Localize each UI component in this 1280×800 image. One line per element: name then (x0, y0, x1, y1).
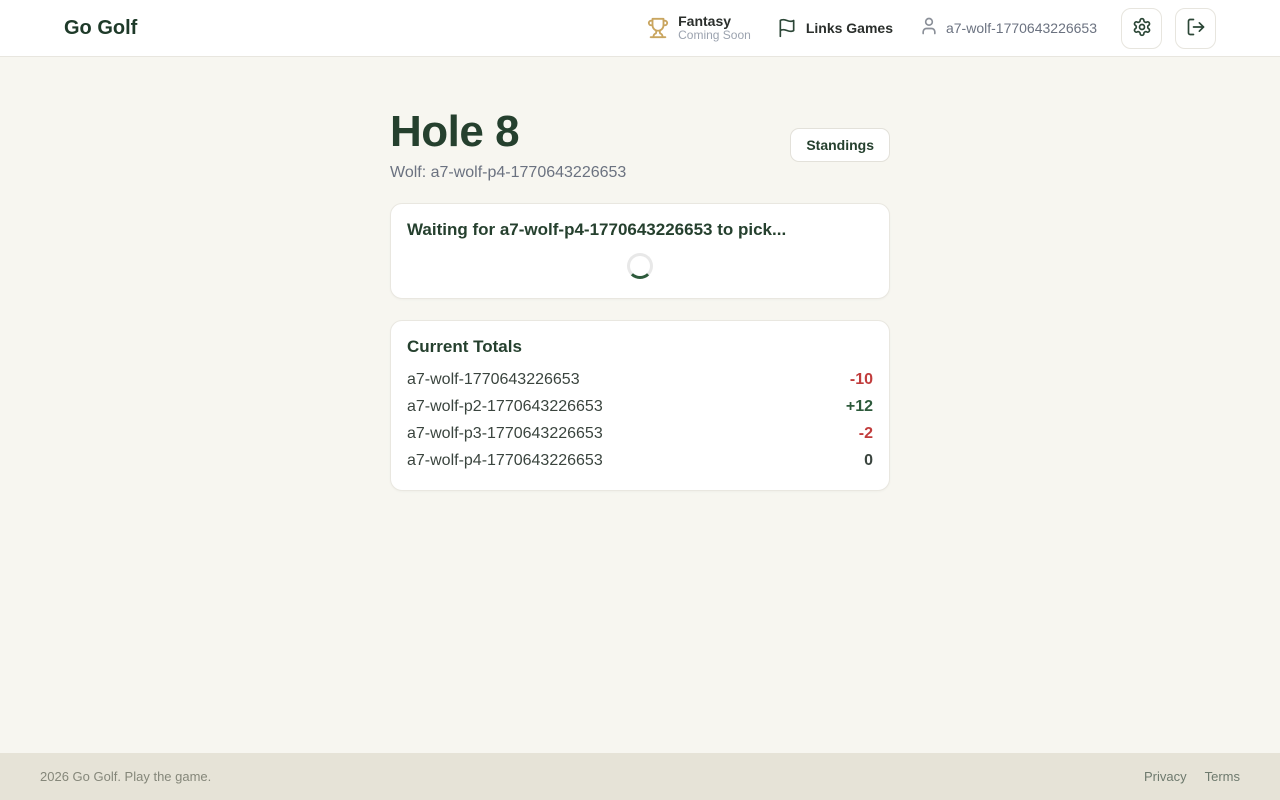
main-content: Hole 8 Wolf: a7-wolf-p4-1770643226653 St… (0, 57, 1280, 753)
player-name: a7-wolf-p3-1770643226653 (407, 425, 603, 443)
user-chip: a7-wolf-1770643226653 (919, 16, 1097, 41)
copyright-text: 2026 Go Golf. Play the game. (40, 769, 211, 784)
page-title: Hole 8 (390, 107, 626, 157)
waiting-card: Waiting for a7-wolf-p4-1770643226653 to … (390, 203, 890, 299)
totals-title: Current Totals (407, 337, 873, 357)
trophy-icon (647, 17, 669, 39)
terms-link[interactable]: Terms (1205, 769, 1240, 784)
player-score: 0 (864, 452, 873, 470)
flag-icon (777, 18, 797, 38)
username: a7-wolf-1770643226653 (946, 20, 1097, 36)
fantasy-sublabel: Coming Soon (678, 29, 751, 43)
user-icon (919, 16, 939, 41)
footer-links: Privacy Terms (1144, 769, 1240, 784)
logout-icon (1186, 17, 1206, 40)
nav-links: Fantasy Coming Soon Links Games a7-wolf-… (647, 8, 1216, 49)
current-totals-card: Current Totals a7-wolf-1770643226653 -10… (390, 320, 890, 491)
waiting-message: Waiting for a7-wolf-p4-1770643226653 to … (407, 220, 873, 240)
top-nav: Go Golf Fantasy Coming Soon (0, 0, 1280, 57)
totals-row: a7-wolf-p2-1770643226653 +12 (407, 393, 873, 420)
title-row: Hole 8 Wolf: a7-wolf-p4-1770643226653 St… (390, 107, 890, 182)
fantasy-label: Fantasy (678, 13, 751, 29)
title-block: Hole 8 Wolf: a7-wolf-p4-1770643226653 (390, 107, 626, 182)
logout-button[interactable] (1175, 8, 1216, 49)
nav-item-links-games[interactable]: Links Games (777, 18, 893, 38)
privacy-link[interactable]: Privacy (1144, 769, 1187, 784)
app-logo[interactable]: Go Golf (64, 17, 137, 40)
player-name: a7-wolf-p4-1770643226653 (407, 452, 603, 470)
player-score: -2 (859, 425, 873, 443)
player-name: a7-wolf-1770643226653 (407, 371, 580, 389)
header-buttons (1121, 8, 1216, 49)
wolf-subtitle: Wolf: a7-wolf-p4-1770643226653 (390, 164, 626, 182)
totals-row: a7-wolf-p4-1770643226653 0 (407, 447, 873, 474)
player-name: a7-wolf-p2-1770643226653 (407, 398, 603, 416)
player-score: -10 (850, 371, 873, 389)
standings-button[interactable]: Standings (790, 128, 890, 162)
links-games-label: Links Games (806, 20, 893, 36)
nav-item-fantasy[interactable]: Fantasy Coming Soon (647, 13, 751, 43)
player-score: +12 (846, 398, 873, 416)
settings-button[interactable] (1121, 8, 1162, 49)
footer: 2026 Go Golf. Play the game. Privacy Ter… (0, 753, 1280, 800)
totals-row: a7-wolf-p3-1770643226653 -2 (407, 420, 873, 447)
gear-icon (1132, 17, 1152, 40)
fantasy-text: Fantasy Coming Soon (678, 13, 751, 43)
totals-row: a7-wolf-1770643226653 -10 (407, 366, 873, 393)
loading-spinner (627, 253, 653, 279)
